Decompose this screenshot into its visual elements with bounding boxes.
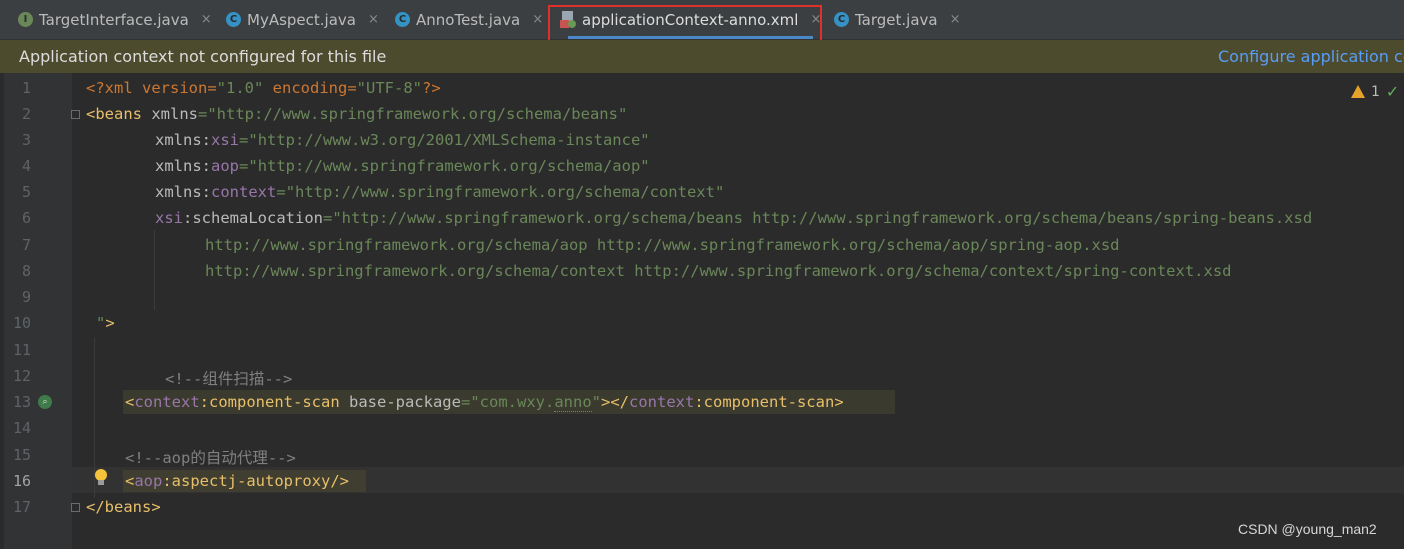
line-number-current: 16 — [12, 472, 31, 490]
code-line-10: "> — [96, 314, 115, 332]
code-line-12-comment: <!--组件扫描--> — [165, 370, 293, 388]
code-line-13: <context:component-scan base-package="co… — [125, 393, 844, 412]
tab-label: Target.java — [855, 10, 938, 29]
code-line-8: http://www.springframework.org/schema/co… — [205, 262, 1232, 280]
close-icon[interactable]: × — [368, 12, 379, 27]
warning-icon — [1351, 85, 1365, 98]
code-line-16: <aop:aspectj-autoproxy/> — [125, 472, 349, 490]
tab-anno-test[interactable]: C AnnoTest.java × — [395, 0, 543, 39]
line-number: 2 — [21, 105, 31, 123]
line-number: 12 — [12, 367, 31, 385]
tab-application-context-anno[interactable]: applicationContext-anno.xml × — [560, 0, 821, 39]
tab-label: TargetInterface.java — [39, 10, 189, 29]
line-number: 9 — [21, 288, 31, 306]
line-number: 1 — [21, 79, 31, 97]
fold-toggle-icon[interactable] — [71, 503, 80, 512]
class-icon: C — [834, 12, 849, 27]
close-icon[interactable]: × — [950, 12, 961, 27]
close-icon[interactable]: × — [201, 12, 212, 27]
tab-target-interface[interactable]: I TargetInterface.java × — [18, 0, 212, 39]
class-run-icon: C — [395, 12, 410, 27]
code-line-6: xsi:schemaLocation="http://www.springfra… — [155, 209, 1313, 227]
line-number: 13 — [12, 393, 31, 411]
check-icon: ✓ — [1385, 82, 1400, 101]
class-icon: C — [226, 12, 241, 27]
tab-my-aspect[interactable]: C MyAspect.java × — [226, 0, 379, 39]
watermark: CSDN @young_man2 — [1238, 521, 1377, 537]
code-line-15-comment: <!--aop的自动代理--> — [125, 449, 296, 467]
configure-application-context-link[interactable]: Configure application con — [1218, 47, 1404, 66]
editor-tab-bar: I TargetInterface.java × C MyAspect.java… — [0, 0, 1404, 40]
line-number: 8 — [21, 262, 31, 280]
code-line-4: xmlns:aop="http://www.springframework.or… — [155, 157, 650, 175]
inspection-widget[interactable]: 1 ✓ — [1351, 82, 1399, 101]
line-number: 7 — [21, 236, 31, 254]
line-number: 5 — [21, 183, 31, 201]
tab-label: AnnoTest.java — [416, 10, 521, 29]
close-icon[interactable]: × — [532, 12, 543, 27]
lightbulb-icon[interactable] — [95, 469, 107, 485]
tab-label: applicationContext-anno.xml — [582, 10, 799, 29]
line-number: 15 — [12, 446, 31, 464]
code-line-1: <?xml version="1.0" encoding="UTF-8"?> — [86, 79, 441, 97]
code-line-17: </beans> — [86, 498, 161, 516]
tab-target[interactable]: C Target.java × — [834, 0, 961, 39]
code-line-2: <beans xmlns="http://www.springframework… — [86, 105, 628, 123]
banner-message: Application context not configured for t… — [19, 47, 387, 66]
line-number: 17 — [12, 498, 31, 516]
code-line-5: xmlns:context="http://www.springframewor… — [155, 183, 725, 201]
code-line-7: http://www.springframework.org/schema/ao… — [205, 236, 1120, 254]
line-number: 6 — [21, 209, 31, 227]
spring-bean-scan-icon[interactable]: ⌕ — [38, 395, 52, 409]
line-number: 3 — [21, 131, 31, 149]
code-line-3: xmlns:xsi="http://www.w3.org/2001/XMLSch… — [155, 131, 650, 149]
fold-toggle-icon[interactable] — [71, 110, 80, 119]
interface-icon: I — [18, 12, 33, 27]
active-tab-underline — [568, 36, 814, 39]
close-icon[interactable]: × — [810, 12, 821, 27]
line-number: 14 — [12, 419, 31, 437]
line-number: 10 — [12, 314, 31, 332]
notification-banner: Application context not configured for t… — [0, 40, 1404, 73]
tab-label: MyAspect.java — [247, 10, 356, 29]
line-number: 11 — [12, 341, 31, 359]
xml-file-icon — [560, 11, 576, 28]
line-number: 4 — [21, 157, 31, 175]
warning-count: 1 — [1371, 83, 1380, 100]
